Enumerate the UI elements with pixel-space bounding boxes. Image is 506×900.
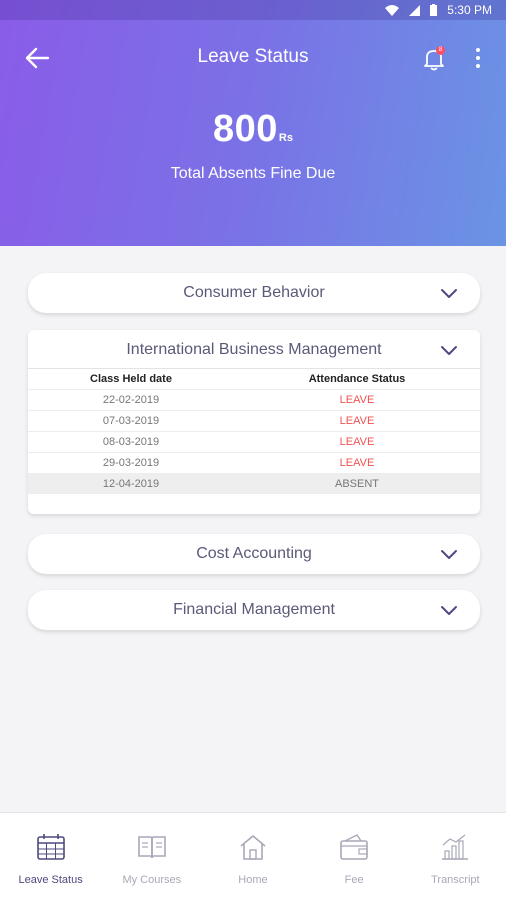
chevron-down-icon — [441, 346, 457, 355]
table-row: 29-03-2019 LEAVE — [28, 452, 480, 473]
course-header[interactable]: Consumer Behavior — [28, 273, 480, 313]
course-title: International Business Management — [126, 341, 382, 358]
more-vertical-icon — [476, 48, 480, 52]
status-bar: 5:30 PM — [0, 0, 506, 20]
attendance-status: LEAVE — [339, 457, 375, 469]
attendance-table: Class Held date Attendance Status 22-02-… — [28, 368, 480, 494]
battery-icon — [430, 4, 438, 16]
nav-label: My Courses — [122, 874, 182, 886]
course-card-consumer-behavior[interactable]: Consumer Behavior — [28, 273, 480, 313]
chevron-down-icon — [441, 289, 457, 298]
book-icon — [137, 836, 166, 859]
fine-amount: 800Rs — [0, 108, 506, 151]
course-card-international-business-management[interactable]: International Business Management Class … — [28, 330, 480, 514]
nav-item-my-courses[interactable]: My Courses — [101, 813, 202, 900]
nav-label: Transcript — [431, 874, 480, 886]
wifi-icon — [385, 4, 400, 16]
amount-unit: Rs — [278, 132, 293, 144]
fine-subtitle: Total Absents Fine Due — [170, 165, 336, 182]
chevron-down-icon — [441, 550, 457, 559]
wallet-icon — [340, 834, 368, 860]
nav-item-leave-status[interactable]: Leave Status — [0, 813, 101, 900]
class-date: 07-03-2019 — [102, 415, 160, 427]
class-date: 12-04-2019 — [102, 478, 160, 490]
nav-label: Leave Status — [18, 874, 83, 886]
course-header[interactable]: Cost Accounting — [28, 534, 480, 574]
nav-label: Home — [238, 874, 268, 886]
course-title: Consumer Behavior — [183, 284, 325, 301]
amount-value: 800 — [213, 108, 278, 150]
class-date: 08-03-2019 — [102, 436, 160, 448]
column-header-status: Attendance Status — [308, 373, 406, 385]
notification-badge: 8 — [436, 46, 445, 55]
calendar-icon — [36, 834, 65, 860]
course-card-financial-management[interactable]: Financial Management — [28, 590, 480, 630]
nav-item-fee[interactable]: Fee — [304, 813, 405, 900]
table-header-row: Class Held date Attendance Status — [28, 368, 480, 389]
signal-icon — [409, 4, 421, 16]
attendance-status: LEAVE — [339, 394, 375, 406]
attendance-status: LEAVE — [339, 436, 375, 448]
more-options-button[interactable] — [468, 44, 488, 72]
course-title: Financial Management — [173, 601, 335, 618]
table-row: 08-03-2019 LEAVE — [28, 431, 480, 452]
class-date: 22-02-2019 — [102, 394, 160, 406]
chevron-down-icon — [441, 606, 457, 615]
course-header[interactable]: International Business Management — [28, 330, 480, 368]
column-header-date: Class Held date — [90, 373, 172, 385]
table-row: 22-02-2019 LEAVE — [28, 389, 480, 410]
course-header[interactable]: Financial Management — [28, 590, 480, 630]
table-row: 12-04-2019 ABSENT — [28, 473, 480, 494]
course-card-cost-accounting[interactable]: Cost Accounting — [28, 534, 480, 574]
table-row: 07-03-2019 LEAVE — [28, 410, 480, 431]
class-date: 29-03-2019 — [102, 457, 160, 469]
bar-chart-icon — [442, 834, 469, 860]
attendance-status: LEAVE — [339, 415, 375, 427]
nav-item-transcript[interactable]: Transcript — [405, 813, 506, 900]
status-time: 5:30 PM — [447, 3, 492, 17]
course-title: Cost Accounting — [196, 545, 312, 562]
nav-item-home[interactable]: Home — [202, 813, 303, 900]
home-icon — [240, 835, 266, 860]
nav-label: Fee — [344, 874, 364, 886]
attendance-status: ABSENT — [334, 478, 379, 490]
bottom-navigation: Leave Status My Courses Home Fee Transcr… — [0, 812, 506, 900]
